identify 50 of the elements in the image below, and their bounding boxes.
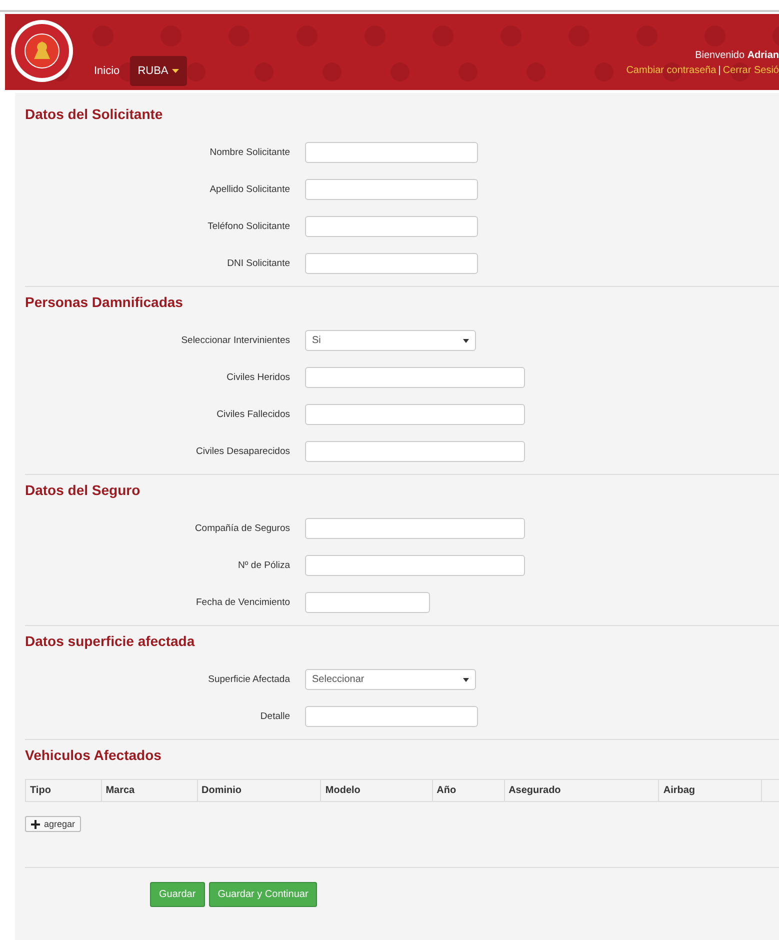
- section-heading: Vehiculos Afectados: [25, 746, 162, 765]
- field-label: Compañía de Seguros: [194, 523, 291, 534]
- field-label: Detalle: [259, 711, 291, 722]
- nav-link[interactable]: Inicio: [90, 56, 124, 86]
- column-header: Año: [432, 780, 504, 802]
- logout-link[interactable]: Cerrar Sesió: [722, 65, 779, 76]
- section-heading: Datos superficie afectada: [25, 632, 195, 651]
- caret-icon: [463, 678, 469, 682]
- column-header: Tipo: [26, 780, 102, 802]
- field-label: Fecha de Vencimiento: [194, 597, 291, 608]
- column-header: Marca: [101, 780, 198, 802]
- field-label: DNI Solicitante: [226, 258, 291, 269]
- add-button[interactable]: agregar: [25, 816, 82, 832]
- input-field[interactable]: [305, 555, 525, 576]
- select-field[interactable]: Si: [305, 330, 476, 351]
- section-heading: Datos del Solicitante: [25, 105, 163, 124]
- section-heading: Personas Damnificadas: [25, 293, 183, 312]
- separator-text: |: [718, 65, 721, 76]
- field-label: Teléfono Solicitante: [206, 221, 291, 232]
- input-field[interactable]: [305, 706, 478, 727]
- caret-icon: [172, 69, 180, 74]
- logo-icon: [10, 19, 74, 83]
- field-label: Nº de Póliza: [236, 560, 291, 571]
- field-label: Nombre Solicitante: [208, 147, 291, 158]
- change-password-link[interactable]: Cambiar contraseña: [626, 65, 716, 76]
- column-header: Airbag: [658, 780, 762, 802]
- plus-icon: [31, 820, 40, 828]
- input-field[interactable]: [305, 518, 525, 539]
- field-label: Civiles Desaparecidos: [195, 446, 291, 457]
- input-field[interactable]: [305, 179, 478, 200]
- column-header: Dominio: [197, 780, 321, 802]
- field-label: Apellido Solicitante: [208, 184, 291, 195]
- input-field[interactable]: [305, 142, 478, 163]
- dropdown-menu[interactable]: RUBA: [130, 56, 188, 86]
- section-heading: Datos del Seguro: [25, 481, 140, 500]
- input-field[interactable]: [305, 216, 478, 237]
- column-header: Modelo: [320, 780, 432, 802]
- field-label: Seleccionar Intervinientes: [180, 335, 291, 346]
- field-label: Civiles Fallecidos: [216, 409, 291, 420]
- input-field[interactable]: [305, 404, 525, 425]
- caret-icon: [463, 338, 469, 342]
- input-field[interactable]: [305, 367, 525, 388]
- field-label: Civiles Heridos: [226, 372, 291, 383]
- input-field[interactable]: [305, 592, 430, 613]
- select-field[interactable]: Seleccionar: [305, 669, 476, 690]
- input-field[interactable]: [305, 253, 478, 274]
- input-field[interactable]: [305, 441, 525, 462]
- field-label: Superficie Afectada: [207, 674, 291, 685]
- welcome-text: Bienvenido Adrian: [694, 50, 779, 61]
- column-header: Asegurado: [504, 780, 659, 802]
